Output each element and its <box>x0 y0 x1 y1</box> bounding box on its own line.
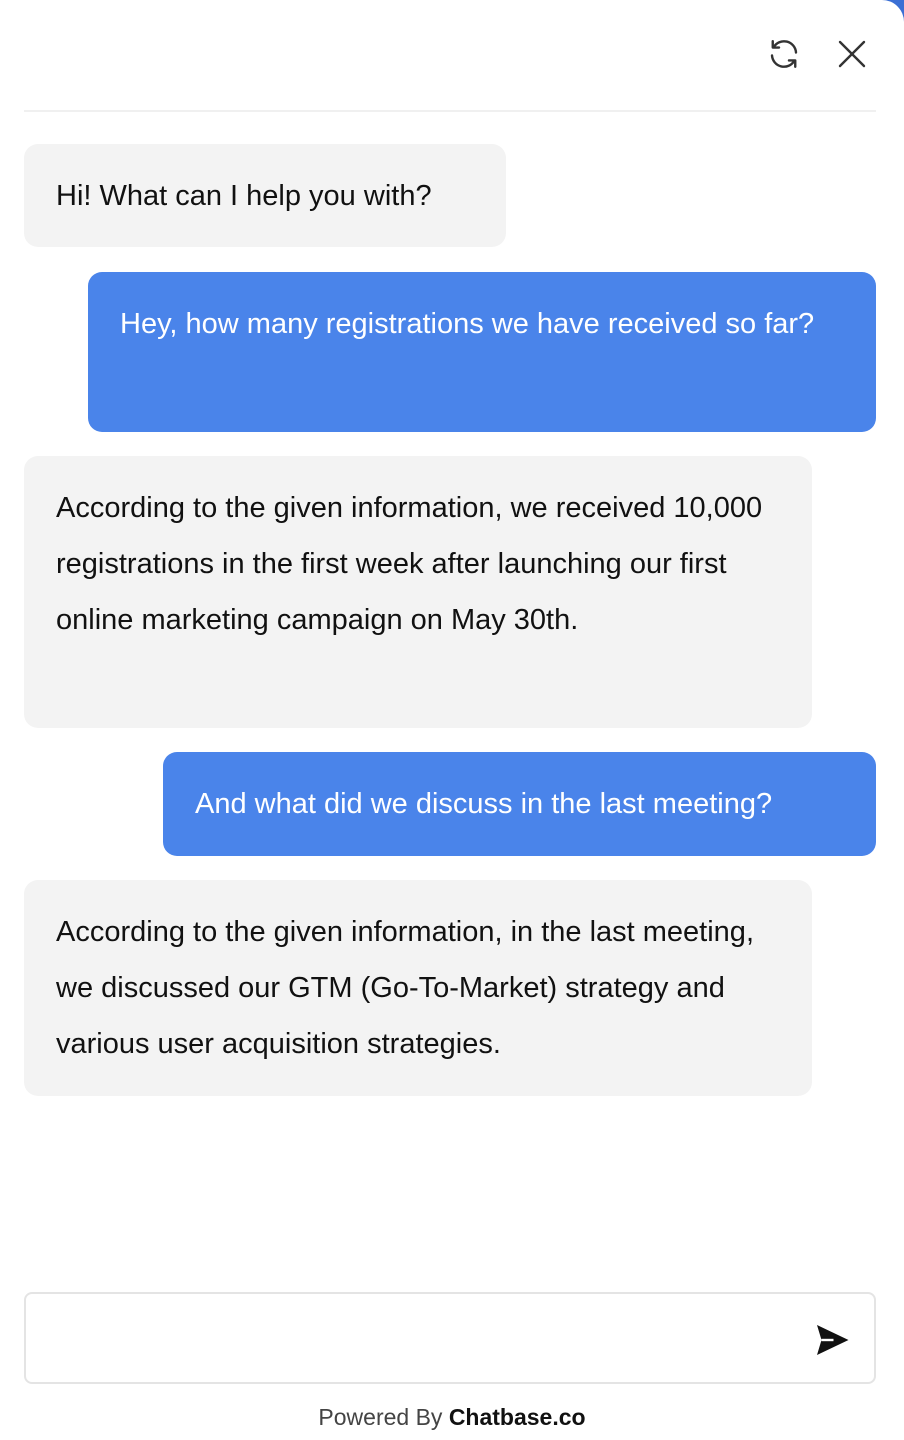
message-input[interactable] <box>46 1314 790 1364</box>
refresh-button[interactable] <box>764 34 804 74</box>
send-button[interactable] <box>810 1318 854 1362</box>
brand-link[interactable]: Chatbase.co <box>449 1404 586 1430</box>
send-icon <box>817 1325 849 1355</box>
user-message: Hey, how many registrations we have rece… <box>88 272 876 432</box>
bot-message: Hi! What can I help you with? <box>24 144 506 247</box>
bot-message: According to the given information, in t… <box>24 880 812 1096</box>
chat-widget: Hi! What can I help you with? Hey, how m… <box>0 0 904 1440</box>
user-message: And what did we discuss in the last meet… <box>163 752 876 856</box>
message-composer <box>24 1292 876 1384</box>
powered-by-label: Powered By <box>318 1404 443 1430</box>
powered-by-footer: Powered By Chatbase.co <box>0 1396 904 1440</box>
close-button[interactable] <box>832 34 872 74</box>
chat-header <box>24 0 876 112</box>
bot-message: According to the given information, we r… <box>24 456 812 728</box>
close-icon <box>838 40 866 68</box>
refresh-icon <box>770 40 798 68</box>
